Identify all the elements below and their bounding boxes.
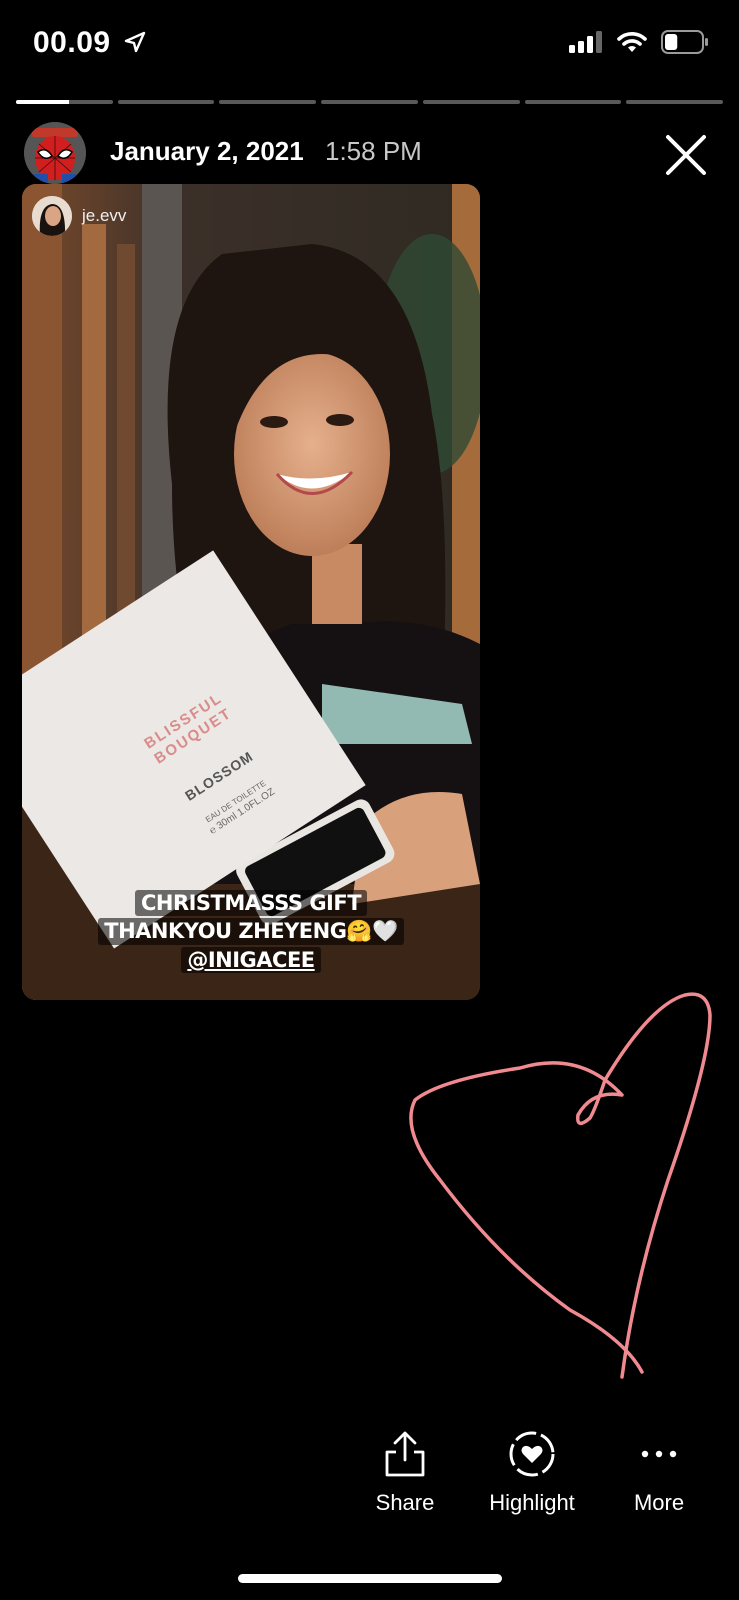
caption-line: CHRISTMASSS GIFT [134,890,368,916]
story-caption: CHRISTMASSS GIFT THANKYOU ZHEYENG🤗🤍 @INIGA… [22,890,480,973]
more-icon [641,1450,677,1458]
close-button[interactable] [665,134,707,176]
close-icon [666,135,706,175]
cellular-signal-icon [569,31,602,53]
more-label: More [633,1490,685,1515]
share-label: Share [375,1490,435,1515]
progress-segment [524,100,622,104]
location-arrow-icon [125,31,146,53]
progress-segment [422,100,520,104]
status-indicators [569,30,709,54]
more-button[interactable]: More [599,1430,719,1516]
heart-doodle [409,992,712,1379]
progress-segment [219,100,317,104]
caption-mention[interactable]: @INIGACEE [181,947,321,973]
caption-line: THANKYOU ZHEYENG🤗🤍 [98,918,404,945]
share-button[interactable]: Share [345,1430,465,1516]
home-indicator[interactable] [238,1574,502,1583]
progress-segment [16,100,113,104]
story-photo [22,184,480,1000]
story-time: 1:58 PM [325,136,422,166]
progress-segment [117,100,215,104]
author-avatar [32,196,72,236]
story-progress-bar [16,100,724,105]
share-icon [385,1431,425,1477]
battery-icon [661,30,708,54]
highlight-button[interactable]: Highlight [472,1430,592,1516]
wifi-icon [617,32,647,52]
progress-segment-fill [16,100,70,104]
story-date: January 2, 2021 [110,136,304,166]
progress-segment [321,100,418,104]
highlight-label: Highlight [489,1490,575,1515]
author-username: je.evv [82,206,127,225]
highlight-icon [509,1431,555,1477]
spiderman-avatar-icon [24,122,86,184]
story-author[interactable]: je.evv [32,196,126,236]
status-time: 00.09 [33,26,147,60]
shared-story-card[interactable]: BLISSFUL BOUQUET BLOSSOM EAU DE TOILETTE… [22,184,480,1000]
author-avatar-image [32,196,72,236]
progress-segment [626,100,724,104]
profile-avatar[interactable] [24,122,86,184]
